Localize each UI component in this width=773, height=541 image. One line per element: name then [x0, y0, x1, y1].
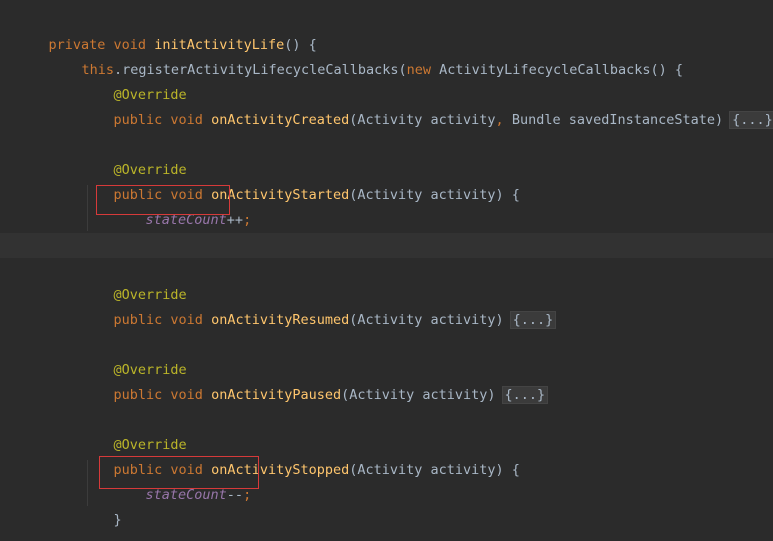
keyword: public void: [113, 312, 212, 328]
folded-code-block[interactable]: {...}: [501, 386, 549, 404]
code-line[interactable]: @Override: [0, 258, 773, 303]
method-name: onActivityResumed: [211, 312, 350, 328]
folded-code-block[interactable]: {...}: [729, 111, 773, 129]
code-line[interactable]: public void onActivityStarted(Activity a…: [0, 158, 773, 203]
code-text: (Activity activity): [349, 312, 504, 328]
code-text: (Activity activity: [349, 112, 496, 128]
code-line[interactable]: public void onActivityStopped(Activity a…: [0, 433, 773, 478]
code-line[interactable]: @Override: [0, 408, 773, 453]
code-line[interactable]: @Override: [0, 333, 773, 378]
code-line[interactable]: @Override: [0, 58, 773, 103]
comma: ,: [495, 112, 504, 128]
keyword: public void: [113, 387, 212, 403]
code-line[interactable]: public void onActivityPaused(Activity ac…: [0, 358, 773, 404]
code-text: Bundle savedInstanceState): [503, 112, 724, 128]
code-line[interactable]: @Override: [0, 133, 773, 178]
folded-code-block[interactable]: {...}: [509, 311, 557, 329]
method-name: onActivityPaused: [211, 387, 342, 403]
code-text: }: [113, 512, 122, 528]
code-line[interactable]: public void onActivityResumed(Activity a…: [0, 283, 773, 329]
code-text: (Activity activity): [341, 387, 496, 403]
keyword: public void: [113, 112, 212, 128]
code-line[interactable]: private void initActivityLife() {: [0, 8, 773, 53]
current-line-highlight[interactable]: [0, 233, 773, 258]
method-name: onActivityCreated: [211, 112, 350, 128]
red-highlight-box: [99, 456, 259, 489]
code-line[interactable]: this.registerActivityLifecycleCallbacks(…: [0, 33, 773, 78]
red-highlight-box: [96, 185, 230, 215]
code-line[interactable]: public void onActivityCreated(Activity a…: [0, 83, 773, 129]
code-editor[interactable]: private void initActivityLife() { this.r…: [0, 0, 773, 541]
